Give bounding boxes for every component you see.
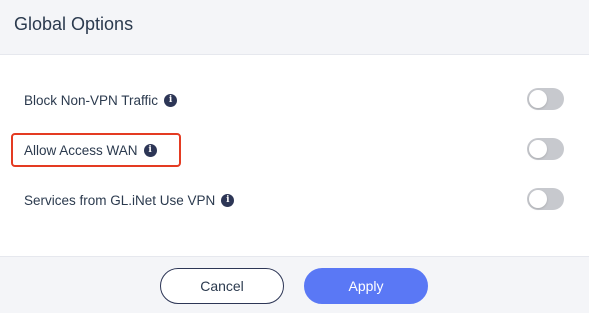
dialog-footer: Cancel Apply	[0, 256, 589, 313]
toggle-knob	[529, 190, 547, 208]
highlight-box	[11, 133, 181, 167]
apply-button[interactable]: Apply	[304, 268, 428, 304]
toggle-knob	[529, 90, 547, 108]
block-non-vpn-traffic-toggle[interactable]	[527, 88, 564, 110]
cancel-button[interactable]: Cancel	[160, 268, 284, 304]
dialog-title: Global Options	[14, 14, 134, 34]
option-row-services-from-glinet-use-vpn: Services from GL.iNet Use VPN i	[0, 186, 589, 216]
global-options-dialog: Global Options Block Non-VPN Traffic i A…	[0, 0, 589, 313]
option-label-wrapper: Block Non-VPN Traffic i	[24, 93, 178, 108]
services-from-glinet-use-vpn-toggle[interactable]	[527, 188, 564, 210]
option-label: Services from GL.iNet Use VPN	[24, 193, 216, 208]
toggle-knob	[529, 140, 547, 158]
dialog-header: Global Options	[0, 0, 589, 55]
info-icon[interactable]: i	[164, 94, 178, 107]
option-row-block-non-vpn-traffic: Block Non-VPN Traffic i	[0, 86, 589, 116]
option-label-wrapper: Services from GL.iNet Use VPN i	[24, 193, 235, 208]
info-icon[interactable]: i	[221, 194, 235, 207]
allow-access-wan-toggle[interactable]	[527, 138, 564, 160]
option-label: Block Non-VPN Traffic	[24, 93, 159, 108]
